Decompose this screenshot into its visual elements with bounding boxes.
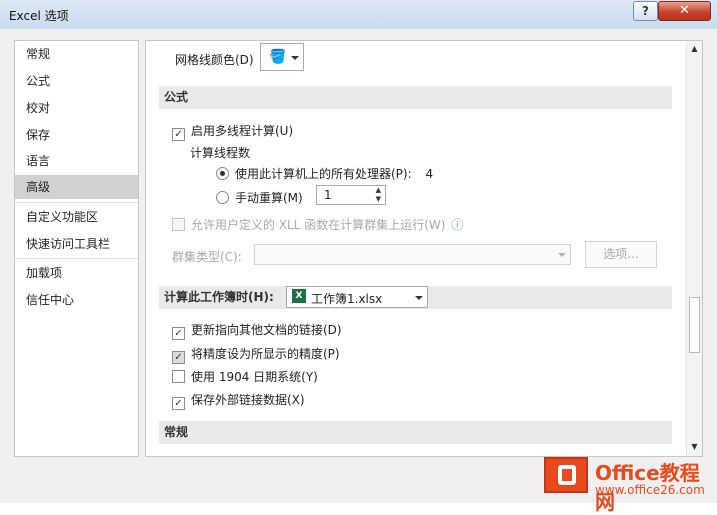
sidebar-item-language[interactable]: 语言: [15, 149, 138, 173]
sidebar-item-general[interactable]: 常规: [15, 42, 138, 66]
checkbox-row-1904[interactable]: 使用 1904 日期系统(Y): [172, 368, 318, 385]
sidebar-divider: [15, 258, 138, 259]
paint-bucket-icon: 🪣: [269, 49, 287, 65]
sidebar-item-add-ins[interactable]: 加载项: [15, 261, 138, 285]
checkbox-row-update-links[interactable]: ✓ 更新指向其他文档的链接(D): [172, 321, 342, 340]
all-processors-radio[interactable]: [216, 167, 229, 180]
sidebar-divider: [15, 202, 138, 203]
checkbox-row-xll[interactable]: 允许用户定义的 XLL 函数在计算群集上运行(W) ⓘ: [172, 216, 463, 233]
cluster-type-select[interactable]: [254, 244, 571, 265]
options-button[interactable]: 选项...: [585, 241, 657, 268]
sidebar-item-save[interactable]: 保存: [15, 123, 138, 147]
processor-count: 4: [425, 167, 434, 181]
gridline-color-picker[interactable]: 🪣: [260, 43, 304, 71]
gridline-color-label: 网格线颜色(D): [175, 53, 254, 67]
update-links-label: 更新指向其他文档的链接(D): [191, 323, 342, 337]
thread-count-label: 计算线程数: [190, 146, 251, 160]
date-1904-label: 使用 1904 日期系统(Y): [191, 370, 318, 384]
sidebar: 常规 公式 校对 保存 语言 高级 自定义功能区 快速访问工具栏 加载项 信任中…: [14, 40, 139, 457]
xll-label: 允许用户定义的 XLL 函数在计算群集上运行(W): [191, 218, 446, 232]
precision-checkbox[interactable]: ✓: [172, 351, 185, 364]
excel-icon: X: [292, 289, 306, 303]
close-button[interactable]: ✕: [658, 1, 711, 21]
sidebar-item-formulas[interactable]: 公式: [15, 69, 138, 93]
office-logo-icon: [544, 457, 588, 493]
cluster-type-label: 群集类型(C):: [172, 250, 242, 264]
chevron-down-icon: [291, 56, 299, 60]
spinner-arrows-icon[interactable]: ▲ ▼: [376, 186, 381, 204]
radio-row-all-processors[interactable]: 使用此计算机上的所有处理器(P): 4: [216, 165, 433, 182]
sidebar-item-advanced[interactable]: 高级: [15, 175, 138, 199]
save-external-checkbox[interactable]: ✓: [172, 397, 185, 410]
chevron-down-icon: [415, 296, 423, 300]
advanced-options-panel: 网格线颜色(D) 🪣 公式 ✓ 启用多线程计算(U) 计算线程数 使用此计算机上的…: [145, 40, 703, 457]
precision-label: 将精度设为所显示的精度(P): [191, 347, 340, 361]
vertical-scrollbar[interactable]: ▲ ▼: [686, 41, 702, 456]
multithread-checkbox[interactable]: ✓: [172, 128, 185, 141]
workbook-section-label: 计算此工作簿时(H):: [164, 290, 274, 304]
checkbox-row-multithread[interactable]: ✓ 启用多线程计算(U): [172, 122, 293, 141]
radio-row-manual[interactable]: 手动重算(M): [216, 189, 303, 206]
watermark-url: www.office26.com: [595, 483, 705, 497]
window-title: Excel 选项: [9, 9, 69, 23]
manual-label: 手动重算(M): [235, 191, 303, 205]
manual-threads-value: 1: [324, 188, 332, 202]
sidebar-item-customize-ribbon[interactable]: 自定义功能区: [15, 205, 138, 229]
scroll-thumb[interactable]: [689, 297, 700, 353]
scroll-down-button[interactable]: ▼: [687, 439, 702, 455]
sidebar-item-quick-access-toolbar[interactable]: 快速访问工具栏: [15, 232, 138, 256]
manual-radio[interactable]: [216, 191, 229, 204]
info-icon: ⓘ: [451, 218, 464, 232]
help-button[interactable]: ?: [633, 1, 658, 21]
update-links-checkbox[interactable]: ✓: [172, 327, 185, 340]
save-external-label: 保存外部链接数据(X): [191, 393, 305, 407]
sidebar-item-proofing[interactable]: 校对: [15, 96, 138, 120]
title-bar: Excel 选项 ? ✕: [0, 0, 717, 29]
date-1904-checkbox[interactable]: [172, 370, 185, 383]
workbook-select[interactable]: X 工作簿1.xlsx: [286, 286, 428, 308]
sidebar-item-trust-center[interactable]: 信任中心: [15, 288, 138, 312]
multithread-label: 启用多线程计算(U): [191, 124, 294, 138]
checkbox-row-save-external[interactable]: ✓ 保存外部链接数据(X): [172, 391, 305, 410]
workbook-select-value: 工作簿1.xlsx: [311, 292, 383, 306]
section-header-general: 常规: [159, 421, 672, 444]
chevron-down-icon: [558, 253, 566, 257]
section-header-formulas: 公式: [159, 86, 672, 109]
scroll-up-button[interactable]: ▲: [687, 41, 702, 57]
all-processors-label: 使用此计算机上的所有处理器(P):: [235, 167, 412, 181]
manual-threads-spinner[interactable]: 1 ▲ ▼: [316, 185, 386, 205]
xll-checkbox[interactable]: [172, 218, 185, 231]
watermark: Office教程网 www.office26.com: [544, 457, 717, 514]
checkbox-row-precision[interactable]: ✓ 将精度设为所显示的精度(P): [172, 345, 340, 364]
